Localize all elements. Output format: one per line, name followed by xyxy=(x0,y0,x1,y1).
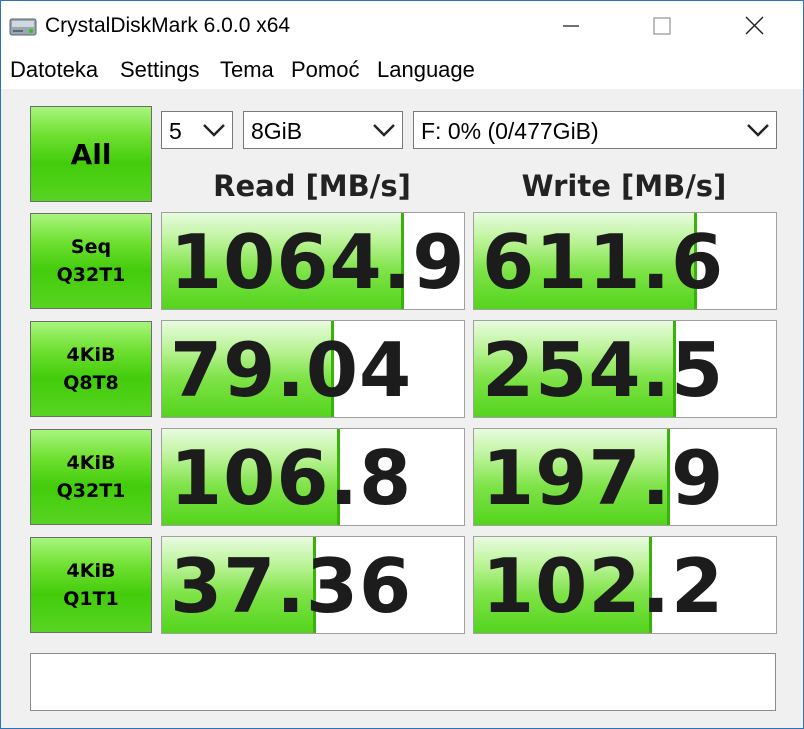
drive-value: F: 0% (0/477GiB) xyxy=(421,118,599,144)
maximize-icon[interactable] xyxy=(631,1,691,51)
chevron-down-icon xyxy=(747,124,769,137)
close-icon[interactable] xyxy=(723,1,783,51)
test-button-line2: Q32T1 xyxy=(56,264,126,286)
minimize-icon[interactable] xyxy=(541,1,601,51)
write-result-value: 102.2 xyxy=(482,542,725,630)
disk-icon xyxy=(9,18,37,36)
test-size-value: 8GiB xyxy=(251,118,303,144)
menu-datoteka[interactable]: Datoteka xyxy=(10,55,98,85)
write-result-value: 254.5 xyxy=(482,326,725,414)
menu-tema[interactable]: Tema xyxy=(220,55,274,85)
chevron-down-icon xyxy=(373,124,395,137)
drive-select[interactable]: F: 0% (0/477GiB) xyxy=(413,111,777,149)
menu-language[interactable]: Language xyxy=(377,55,475,85)
test-count-value: 5 xyxy=(169,118,182,144)
app-window: CrystalDiskMark 6.0.0 x64 Datoteka Setti… xyxy=(0,0,804,729)
read-result-value: 106.8 xyxy=(170,434,413,522)
read-header: Read [MB/s] xyxy=(213,169,411,203)
test-button-line2: Q32T1 xyxy=(56,480,126,502)
write-header: Write [MB/s] xyxy=(521,169,727,203)
test-button-4kib-q32t1[interactable]: 4KiB Q32T1 xyxy=(30,429,152,525)
chevron-down-icon xyxy=(203,124,225,137)
test-button-line1: 4KiB xyxy=(66,344,116,366)
read-result-value: 79.04 xyxy=(170,326,413,414)
test-button-line1: Seq xyxy=(70,236,112,258)
run-all-button[interactable]: All xyxy=(30,106,152,202)
test-button-line2: Q1T1 xyxy=(63,588,119,610)
window-title: CrystalDiskMark 6.0.0 x64 xyxy=(45,14,291,37)
read-result-value: 1064.9 xyxy=(170,218,465,306)
read-result-cell: 37.36 xyxy=(161,536,465,634)
test-button-line1: 4KiB xyxy=(66,452,116,474)
test-count-select[interactable]: 5 xyxy=(161,111,233,149)
read-result-cell: 106.8 xyxy=(161,428,465,526)
test-button-4kib-q8t8[interactable]: 4KiB Q8T8 xyxy=(30,321,152,417)
read-result-value: 37.36 xyxy=(170,542,413,630)
write-result-cell: 102.2 xyxy=(473,536,777,634)
test-size-select[interactable]: 8GiB xyxy=(243,111,403,149)
menu-bar: Datoteka Settings Tema Pomoć Language xyxy=(1,55,803,85)
menu-settings[interactable]: Settings xyxy=(120,55,200,85)
read-result-cell: 1064.9 xyxy=(161,212,465,310)
status-text-box xyxy=(30,653,776,711)
write-result-cell: 611.6 xyxy=(473,212,777,310)
write-result-cell: 197.9 xyxy=(473,428,777,526)
test-button-line1: 4KiB xyxy=(66,560,116,582)
test-button-line2: Q8T8 xyxy=(63,372,119,394)
write-result-cell: 254.5 xyxy=(473,320,777,418)
menu-pomoc[interactable]: Pomoć xyxy=(291,55,359,85)
test-button-seq-q32t1[interactable]: Seq Q32T1 xyxy=(30,213,152,309)
read-result-cell: 79.04 xyxy=(161,320,465,418)
write-result-value: 197.9 xyxy=(482,434,725,522)
write-result-value: 611.6 xyxy=(482,218,725,306)
title-bar[interactable]: CrystalDiskMark 6.0.0 x64 xyxy=(1,1,803,51)
test-button-4kib-q1t1[interactable]: 4KiB Q1T1 xyxy=(30,537,152,633)
